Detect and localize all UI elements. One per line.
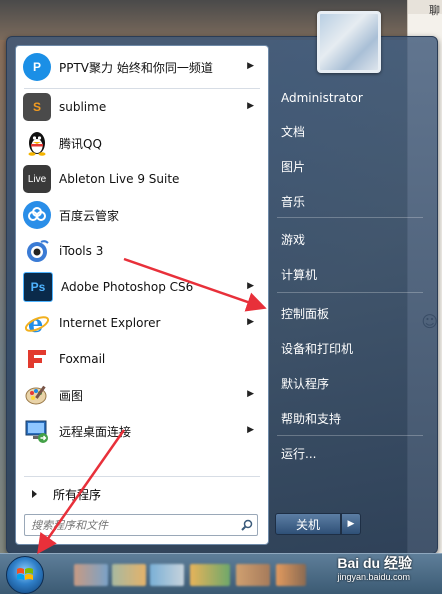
photoshop-icon: Ps	[23, 272, 53, 302]
program-label: iTools 3	[59, 244, 104, 258]
program-label: Foxmail	[59, 352, 106, 366]
background-window-label: 聊	[429, 4, 440, 17]
watermark-url: jingyan.baidu.com	[337, 572, 410, 582]
start-menu: P PPTV聚力 始终和你同一频道 ▶ S sublime ▶ 腾讯QQ Liv…	[6, 11, 438, 554]
right-item-run[interactable]: 运行...	[275, 440, 431, 466]
taskbar-app-button[interactable]	[236, 564, 270, 586]
baidu-cloud-icon	[23, 201, 51, 229]
program-item-foxmail[interactable]: Foxmail	[20, 342, 264, 376]
right-item-help-support[interactable]: 帮助和支持	[275, 405, 431, 431]
taskbar-app-button[interactable]	[112, 564, 146, 586]
search-input[interactable]	[25, 516, 237, 534]
program-item-ableton[interactable]: Live Ableton Live 9 Suite	[20, 162, 264, 196]
start-button[interactable]	[6, 556, 44, 594]
right-item-administrator[interactable]: Administrator	[275, 85, 431, 111]
taskbar-app-button[interactable]	[74, 564, 108, 586]
program-label: Adobe Photoshop CS6	[61, 280, 194, 294]
taskbar-app-button[interactable]	[276, 564, 306, 586]
taskbar-app-button[interactable]	[150, 564, 184, 586]
internet-explorer-icon: e	[23, 309, 51, 337]
divider	[24, 476, 260, 477]
program-item-itools[interactable]: iTools 3	[20, 234, 264, 268]
divider	[277, 435, 423, 436]
user-avatar[interactable]	[317, 11, 381, 73]
program-item-paint[interactable]: 画图 ▶	[20, 378, 264, 412]
divider	[277, 292, 423, 293]
submenu-arrow-icon: ▶	[247, 61, 254, 71]
itools-icon	[23, 237, 51, 265]
program-item-photoshop[interactable]: Ps Adobe Photoshop CS6 ▶	[20, 270, 264, 304]
sublime-icon: S	[23, 93, 51, 121]
search-box[interactable]	[24, 514, 258, 536]
watermark-brand: Bai du 经验	[337, 555, 412, 571]
program-label: 远程桌面连接	[59, 424, 132, 439]
right-item-control-panel[interactable]: 控制面板	[275, 300, 431, 326]
programs-panel: P PPTV聚力 始终和你同一频道 ▶ S sublime ▶ 腾讯QQ Liv…	[15, 45, 269, 545]
program-label: PPTV聚力 始终和你同一频道	[59, 60, 213, 75]
divider	[277, 217, 423, 218]
all-programs-label: 所有程序	[53, 487, 102, 502]
pptv-icon: P	[23, 53, 51, 81]
right-item-games[interactable]: 游戏	[275, 226, 431, 252]
submenu-arrow-icon: ▶	[247, 389, 254, 399]
taskbar-app-button[interactable]	[190, 564, 230, 586]
places-panel: Administrator 文档 图片 音乐 游戏 计算机 控制面板 设备和打印…	[269, 11, 437, 553]
program-label: Internet Explorer	[59, 316, 161, 330]
program-item-internet-explorer[interactable]: e Internet Explorer ▶	[20, 306, 264, 340]
search-icon[interactable]	[237, 515, 257, 535]
program-label: Ableton Live 9 Suite	[59, 172, 180, 186]
right-item-music[interactable]: 音乐	[275, 188, 431, 214]
program-item-sublime[interactable]: S sublime ▶	[20, 90, 264, 124]
right-item-documents[interactable]: 文档	[275, 118, 431, 144]
right-item-computer[interactable]: 计算机	[275, 261, 431, 287]
submenu-arrow-icon: ▶	[247, 425, 254, 435]
program-item-pptv[interactable]: P PPTV聚力 始终和你同一频道 ▶	[20, 50, 264, 84]
right-item-devices-printers[interactable]: 设备和打印机	[275, 335, 431, 361]
expand-arrow-icon	[32, 490, 37, 498]
right-item-default-programs[interactable]: 默认程序	[275, 370, 431, 396]
qq-penguin-icon	[23, 129, 51, 157]
submenu-arrow-icon: ▶	[247, 281, 254, 291]
foxmail-icon	[23, 345, 51, 373]
windows-logo-icon	[17, 568, 33, 580]
program-item-remote-desktop[interactable]: 远程桌面连接 ▶	[20, 414, 264, 448]
remote-desktop-icon	[23, 417, 51, 445]
program-label: 腾讯QQ	[59, 136, 102, 151]
submenu-arrow-icon: ▶	[247, 101, 254, 111]
divider	[24, 88, 260, 89]
shutdown-button[interactable]: 关机	[275, 513, 341, 535]
program-label: 画图	[59, 388, 84, 403]
submenu-arrow-icon: ▶	[247, 317, 254, 327]
right-item-pictures[interactable]: 图片	[275, 153, 431, 179]
program-label: sublime	[59, 100, 107, 114]
all-programs-button[interactable]: 所有程序	[20, 482, 264, 506]
program-item-baidu-cloud[interactable]: 百度云管家	[20, 198, 264, 232]
program-item-qq[interactable]: 腾讯QQ	[20, 126, 264, 160]
chevron-right-icon: ▶	[347, 519, 355, 529]
program-label: 百度云管家	[59, 208, 120, 223]
shutdown-options-button[interactable]: ▶	[341, 513, 361, 535]
paint-icon	[23, 381, 51, 409]
ableton-live-icon: Live	[23, 165, 51, 193]
